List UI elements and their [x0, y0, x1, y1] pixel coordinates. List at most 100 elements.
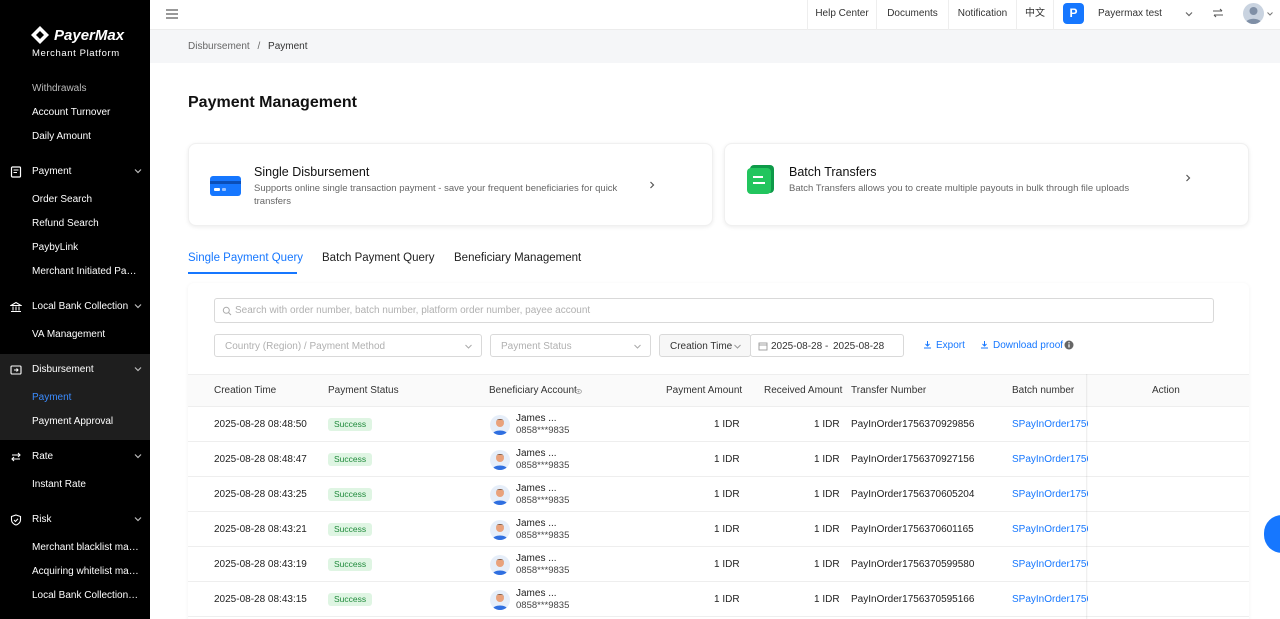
sidebar-item-va-management[interactable]: VA Management	[32, 329, 140, 340]
documents-link[interactable]: Documents	[876, 0, 948, 30]
column-batch-number: Batch number	[1012, 385, 1075, 396]
account-initial-badge[interactable]: P	[1063, 3, 1084, 24]
export-label: Export	[936, 340, 965, 351]
batch-number-link[interactable]: SPayInOrder1756370601165	[1012, 524, 1088, 535]
tab-beneficiary-management[interactable]: Beneficiary Management	[454, 252, 581, 264]
time-type-select[interactable]: Creation Time	[659, 334, 751, 357]
beneficiary-name: James ...	[516, 483, 557, 494]
search-icon	[222, 306, 232, 316]
payermax-logo-icon	[31, 26, 49, 44]
chevron-down-icon	[465, 344, 472, 349]
sidebar-item-local-bank-collection-list[interactable]: Local Bank Collection List	[32, 590, 140, 601]
download-proof-button[interactable]: Download proof	[980, 340, 1063, 351]
breadcrumb: Disbursement / Payment	[188, 41, 308, 52]
eye-icon[interactable]	[575, 388, 582, 395]
sidebar-item-acquiring-whitelist[interactable]: Acquiring whitelist management	[32, 566, 140, 577]
chevron-down-icon	[734, 344, 741, 349]
chevron-right-icon	[650, 181, 655, 189]
table-header: Creation Time Payment Status Beneficiary…	[188, 374, 1249, 407]
sidebar-item-payment[interactable]: Payment	[32, 392, 140, 403]
cell-transfer-number: PayInOrder1756370927156	[851, 454, 975, 465]
beneficiary-avatar	[490, 520, 510, 540]
sidebar-group-label: Payment	[32, 166, 72, 177]
sidebar-item-merchant-blacklist[interactable]: Merchant blacklist management	[32, 542, 140, 553]
beneficiary-account: 0858***9835	[516, 460, 570, 471]
search-box	[214, 298, 1214, 323]
sidebar-item-account-turnover[interactable]: Account Turnover	[32, 107, 140, 118]
sidebar-group-local-bank-collection[interactable]: Local Bank Collection	[0, 295, 150, 319]
switch-account-icon[interactable]	[1212, 7, 1224, 19]
sidebar-item-instant-rate[interactable]: Instant Rate	[32, 479, 140, 490]
avatar[interactable]	[1243, 3, 1264, 24]
batch-number-link[interactable]: SPayInOrder1756370599580	[1012, 559, 1088, 570]
batch-number-link[interactable]: SPayInOrder1756370595166	[1012, 594, 1088, 605]
sidebar-item-merchant-initiated-payment[interactable]: Merchant Initiated Payment	[32, 266, 140, 277]
brand-name: PayerMax	[54, 27, 125, 44]
chevron-down-icon	[134, 454, 142, 459]
cell-payment-amount: 1 IDR	[714, 594, 740, 605]
column-payment-amount: Payment Amount	[666, 385, 743, 396]
sidebar-item-order-search[interactable]: Order Search	[32, 194, 140, 205]
sidebar-item-refund-search[interactable]: Refund Search	[32, 218, 140, 229]
batch-transfers-card[interactable]: Batch Transfers Batch Transfers allows y…	[724, 143, 1249, 226]
header-divider	[1053, 0, 1054, 30]
status-badge: Success	[328, 558, 373, 571]
download-proof-label: Download proof	[993, 340, 1064, 351]
payment-doc-icon	[10, 166, 22, 178]
chevron-down-icon	[134, 169, 142, 174]
fixed-column-shadow	[1086, 374, 1088, 619]
cell-creation-time: 2025-08-28 08:43:21	[214, 524, 307, 535]
bank-icon	[10, 301, 22, 312]
cell-payment-amount: 1 IDR	[714, 419, 740, 430]
card-title: Batch Transfers	[789, 165, 877, 179]
batch-number-link[interactable]: SPayInOrder1756370927156	[1012, 454, 1088, 465]
date-from: 2025-08-28	[771, 341, 823, 352]
sidebar-item-withdrawals[interactable]: Withdrawals	[32, 83, 86, 94]
help-center-link[interactable]: Help Center	[807, 0, 876, 30]
sidebar-group-rate[interactable]: Rate	[0, 445, 150, 469]
sidebar-item-paybylink[interactable]: PaybyLink	[32, 242, 140, 253]
country-method-select[interactable]: Country (Region) / Payment Method	[214, 334, 482, 357]
date-range-picker[interactable]: 2025-08-28 - 2025-08-28	[750, 334, 904, 357]
person-icon	[492, 594, 508, 610]
beneficiary-avatar	[490, 485, 510, 505]
account-name[interactable]: Payermax test	[1098, 8, 1162, 19]
batch-number-link[interactable]: SPayInOrder1756370605204	[1012, 489, 1088, 500]
batch-number-link[interactable]: SPayInOrder1756370929856	[1012, 419, 1088, 430]
active-tab-indicator	[188, 272, 297, 274]
chevron-down-icon[interactable]	[1266, 10, 1274, 18]
column-creation-time: Creation Time	[214, 385, 277, 396]
info-icon[interactable]	[1064, 340, 1074, 350]
table-row: 2025-08-28 08:43:19 Success James ... 08…	[188, 547, 1249, 582]
sidebar-group-disbursement[interactable]: Disbursement	[0, 358, 150, 382]
single-disbursement-card[interactable]: Single Disbursement Supports online sing…	[188, 143, 713, 226]
table-row: 2025-08-28 08:48:50 Success James ... 08…	[188, 407, 1249, 442]
chevron-down-icon	[134, 517, 142, 522]
sidebar-group-risk[interactable]: Risk	[0, 508, 150, 532]
table-row: 2025-08-28 08:48:47 Success James ... 08…	[188, 442, 1249, 477]
chevron-down-icon[interactable]	[1184, 9, 1194, 19]
column-transfer-number: Transfer Number	[851, 385, 927, 396]
sidebar-group-payment[interactable]: Payment	[0, 160, 150, 184]
tab-batch-payment-query[interactable]: Batch Payment Query	[322, 252, 435, 264]
beneficiary-name: James ...	[516, 553, 557, 564]
payment-status-select[interactable]: Payment Status	[490, 334, 651, 357]
export-button[interactable]: Export	[923, 340, 965, 351]
beneficiary-avatar	[490, 450, 510, 470]
sidebar-item-payment-approval[interactable]: Payment Approval	[32, 416, 140, 427]
sidebar: Withdrawals Account Turnover Daily Amoun…	[0, 0, 150, 619]
beneficiary-name: James ...	[516, 588, 557, 599]
cell-payment-amount: 1 IDR	[714, 454, 740, 465]
tab-single-payment-query[interactable]: Single Payment Query	[188, 252, 303, 264]
notification-link[interactable]: Notification	[948, 0, 1016, 30]
cell-transfer-number: PayInOrder1756370599580	[851, 559, 975, 570]
cell-transfer-number: PayInOrder1756370601165	[851, 524, 974, 535]
sidebar-item-daily-amount[interactable]: Daily Amount	[32, 131, 140, 142]
menu-toggle-icon[interactable]	[166, 9, 178, 19]
logo[interactable]: PayerMax Merchant Platform	[0, 0, 150, 72]
breadcrumb-parent[interactable]: Disbursement	[188, 41, 250, 52]
language-switch[interactable]: 中文	[1016, 0, 1053, 30]
search-input[interactable]	[235, 302, 1195, 319]
person-icon	[492, 489, 508, 505]
download-icon	[924, 341, 931, 349]
